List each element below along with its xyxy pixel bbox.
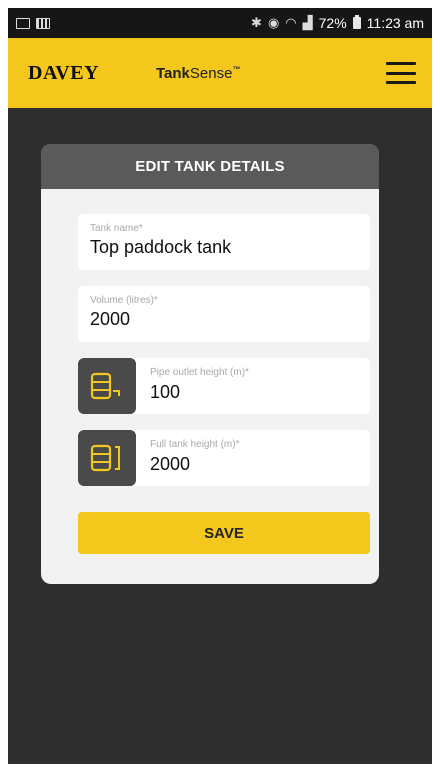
edit-tank-card: EDIT TANK DETAILS Tank name* Top paddock…: [41, 144, 379, 584]
app-header: DAVEY TankSense™: [8, 38, 432, 108]
full-tank-height-value[interactable]: 2000: [150, 454, 190, 475]
status-bar: ✱ ◉ ◠ ▟ 72% 11:23 am: [8, 8, 432, 38]
brand-logo[interactable]: DAVEY: [28, 62, 99, 85]
tank-name-field[interactable]: Tank name* Top paddock tank: [78, 214, 370, 270]
signal-icon: ▟: [302, 15, 313, 30]
app-name-thin: Sense: [189, 65, 233, 82]
card-title: EDIT TANK DETAILS: [41, 144, 379, 189]
full-tank-height-label: Full tank height (m)*: [150, 439, 240, 450]
full-tank-height-field[interactable]: Full tank height (m)* 2000: [78, 430, 370, 486]
trademark-mark: ™: [232, 65, 241, 74]
volume-value[interactable]: 2000: [90, 309, 130, 330]
tank-height-icon: [78, 430, 136, 486]
battery-icon: [352, 15, 361, 29]
tank-name-label: Tank name*: [90, 223, 143, 234]
tank-height-icon-graphic: [90, 444, 120, 472]
tank-outlet-icon: [78, 358, 136, 414]
status-right: ✱ ◉ ◠ ▟ 72% 11:23 am: [251, 15, 424, 31]
tank-outlet-icon-graphic: [90, 372, 120, 400]
calendar-notification-icon: [36, 17, 50, 29]
app-name: TankSense™: [156, 65, 240, 82]
app-name-bold: Tank: [156, 65, 190, 82]
volume-field[interactable]: Volume (litres)* 2000: [78, 286, 370, 342]
menu-icon-bar: [386, 62, 416, 65]
save-button[interactable]: SAVE: [78, 512, 370, 554]
menu-icon[interactable]: [386, 62, 416, 84]
app-screen: ✱ ◉ ◠ ▟ 72% 11:23 am DAVEY TankSense™ ED…: [8, 8, 432, 764]
clock: 11:23 am: [366, 15, 424, 31]
menu-icon-bar: [386, 81, 416, 84]
menu-icon-bar: [386, 71, 416, 75]
gallery-notification-icon: [16, 17, 30, 29]
battery-percent: 72%: [318, 15, 347, 31]
alarm-icon: ◉: [267, 15, 280, 30]
wifi-icon: ◠: [285, 15, 297, 30]
pipe-outlet-height-value[interactable]: 100: [150, 382, 180, 403]
status-left: [16, 17, 50, 29]
bluetooth-icon: ✱: [251, 15, 262, 30]
volume-label: Volume (litres)*: [90, 295, 158, 306]
pipe-outlet-height-field[interactable]: Pipe outlet height (m)* 100: [78, 358, 370, 414]
pipe-outlet-height-label: Pipe outlet height (m)*: [150, 367, 249, 378]
tank-name-value[interactable]: Top paddock tank: [90, 237, 231, 258]
